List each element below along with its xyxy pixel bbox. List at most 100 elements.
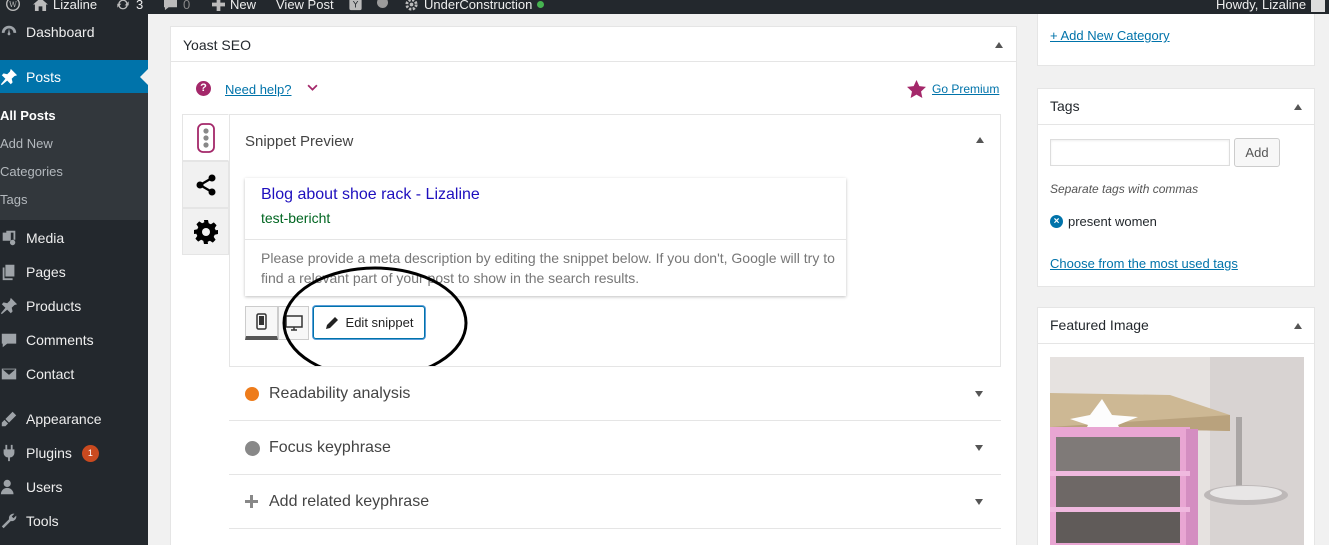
- menu-label: Contact: [26, 366, 75, 382]
- collapse-toggle-icon[interactable]: [1294, 104, 1302, 110]
- help-icon[interactable]: ?: [196, 81, 211, 96]
- collapse-toggle-icon[interactable]: [1294, 323, 1302, 329]
- comment-icon: [1, 333, 17, 348]
- menu-label: Plugins: [26, 445, 72, 461]
- related-keyphrase-label: Add related keyphrase: [269, 493, 430, 510]
- plus-icon: [212, 0, 225, 11]
- updates-icon: [117, 0, 129, 10]
- menu-label: Comments: [26, 332, 94, 348]
- menu-label: Pages: [26, 264, 66, 280]
- menu-dashboard[interactable]: Dashboard: [0, 22, 148, 42]
- remove-tag-icon[interactable]: ×: [1050, 215, 1063, 228]
- tag-label: present women: [1068, 214, 1157, 229]
- yoast-icon[interactable]: Y: [348, 0, 363, 11]
- menu-products[interactable]: Products: [0, 296, 148, 316]
- tab-settings[interactable]: [182, 208, 229, 255]
- comment-icon: [164, 0, 177, 11]
- comments-count: 0: [183, 0, 191, 12]
- media-icon: [2, 230, 16, 246]
- menu-media[interactable]: Media: [0, 228, 148, 248]
- tab-social[interactable]: [182, 161, 229, 208]
- menu-users[interactable]: Users: [0, 477, 148, 497]
- wordpress-logo-icon[interactable]: W: [6, 0, 20, 11]
- readability-score-icon: [245, 387, 259, 401]
- new-content-link[interactable]: New: [212, 0, 256, 12]
- submenu-all-posts[interactable]: All Posts: [0, 108, 56, 123]
- gear-icon: [405, 0, 418, 11]
- submenu-add-new[interactable]: Add New: [0, 136, 53, 151]
- menu-tools[interactable]: Tools: [0, 511, 148, 531]
- snippet-preview-heading[interactable]: Snippet Preview: [245, 133, 353, 150]
- svg-text:Y: Y: [352, 1, 359, 11]
- featured-image-thumbnail[interactable]: [1050, 357, 1304, 545]
- choose-most-used-tags-link[interactable]: Choose from the most used tags: [1050, 256, 1238, 271]
- new-tag-input[interactable]: [1050, 139, 1230, 166]
- updates-link[interactable]: 3: [115, 0, 143, 12]
- menu-label: Products: [26, 298, 82, 314]
- focus-keyphrase-label: Focus keyphrase: [269, 439, 391, 456]
- avatar: [1311, 0, 1326, 12]
- menu-plugins[interactable]: Plugins 1: [0, 443, 148, 463]
- plugins-update-badge: 1: [81, 444, 99, 462]
- brush-icon: [1, 411, 17, 427]
- pin-icon: [0, 68, 18, 86]
- plus-icon: [245, 495, 258, 508]
- admin-sidebar: Dashboard Posts All Posts Add New Catego…: [0, 14, 148, 545]
- updates-count: 3: [136, 0, 144, 12]
- tags-title: Tags: [1050, 98, 1080, 114]
- site-name-link[interactable]: Lizaline: [33, 0, 97, 12]
- need-help-link[interactable]: Need help?: [225, 82, 292, 97]
- svg-text:W: W: [9, 0, 17, 9]
- expand-icon: [975, 499, 983, 505]
- collapse-toggle-icon[interactable]: [995, 42, 1003, 48]
- mail-icon: [1, 368, 17, 380]
- mobile-preview-button[interactable]: [245, 306, 278, 340]
- menu-label: Dashboard: [26, 24, 95, 40]
- tags-hint: Separate tags with commas: [1050, 182, 1199, 196]
- readability-analysis-section[interactable]: Readability analysis: [229, 366, 1001, 421]
- add-tag-button[interactable]: Add: [1234, 138, 1280, 167]
- readability-analysis-label: Readability analysis: [269, 385, 411, 402]
- home-icon: [33, 0, 48, 11]
- menu-comments[interactable]: Comments: [0, 330, 148, 350]
- posts-submenu: All Posts Add New Categories Tags: [0, 93, 148, 220]
- menu-posts[interactable]: Posts: [0, 60, 148, 94]
- menu-label: Posts: [26, 69, 62, 85]
- menu-contact[interactable]: Contact: [0, 364, 148, 384]
- snippet-url[interactable]: test-bericht: [261, 210, 330, 226]
- view-post-link[interactable]: View Post: [276, 0, 334, 12]
- snippet-title[interactable]: Blog about shoe rack - Lizaline: [261, 186, 480, 204]
- add-new-category-link[interactable]: + Add New Category: [1050, 28, 1170, 43]
- new-label: New: [230, 0, 257, 12]
- submenu-categories[interactable]: Categories: [0, 164, 63, 179]
- wrench-icon: [1, 513, 17, 529]
- collapse-snippet-icon[interactable]: [976, 137, 984, 143]
- accordion-row: [229, 528, 1001, 545]
- menu-label: Media: [26, 230, 65, 246]
- divider: [1038, 343, 1314, 344]
- tab-seo[interactable]: [182, 114, 229, 161]
- menu-label: Users: [26, 479, 63, 495]
- greeting: Howdy, Lizaline: [1216, 0, 1307, 12]
- site-name: Lizaline: [53, 0, 98, 12]
- traffic-light-icon: [196, 122, 215, 153]
- mobile-icon: [256, 313, 267, 330]
- chevron-down-icon[interactable]: [307, 84, 318, 93]
- active-indicator: [140, 69, 148, 85]
- gear-icon: [193, 219, 218, 244]
- menu-pages[interactable]: Pages: [0, 262, 148, 282]
- menu-appearance[interactable]: Appearance: [0, 409, 148, 429]
- expand-icon: [975, 445, 983, 451]
- submenu-tags[interactable]: Tags: [0, 192, 27, 207]
- under-construction-link[interactable]: UnderConstruction: [404, 0, 545, 12]
- go-premium-link[interactable]: Go Premium: [932, 82, 999, 96]
- divider: [1038, 124, 1314, 125]
- comments-link[interactable]: 0: [163, 0, 190, 12]
- my-account-link[interactable]: Howdy, Lizaline: [1216, 0, 1326, 12]
- pin-icon: [0, 297, 18, 315]
- yoast-title: Yoast SEO: [183, 37, 251, 53]
- view-post-label: View Post: [276, 0, 334, 12]
- related-keyphrase-section[interactable]: Add related keyphrase: [229, 474, 1001, 529]
- divider: [245, 239, 846, 240]
- focus-keyphrase-section[interactable]: Focus keyphrase: [229, 420, 1001, 475]
